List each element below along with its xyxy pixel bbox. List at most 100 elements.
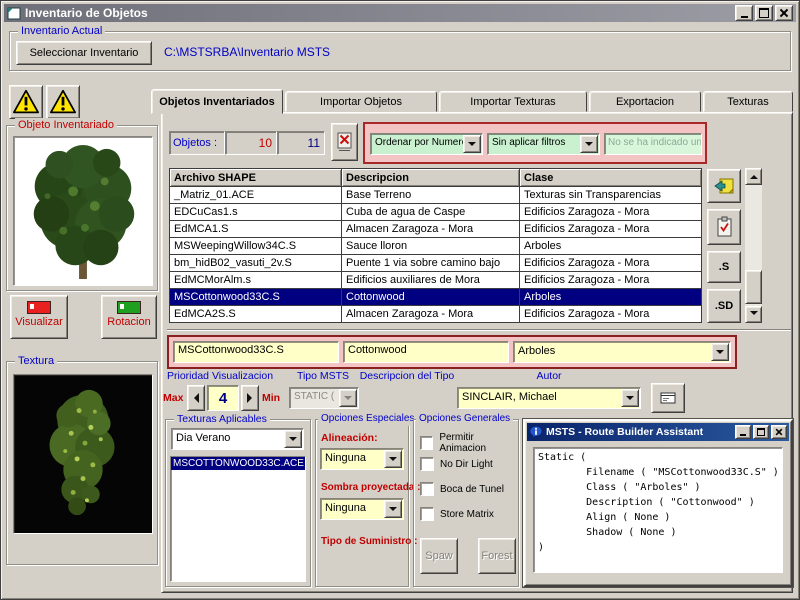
alineacion-value: Ninguna bbox=[325, 452, 385, 464]
tab-exportacion[interactable]: Exportacion bbox=[589, 91, 701, 112]
checkbox-box[interactable] bbox=[420, 436, 433, 450]
texture-preview-image bbox=[13, 374, 153, 534]
priority-increase-button[interactable] bbox=[241, 385, 259, 411]
tab-objetos-inventariados[interactable]: Objetos Inventariados bbox=[151, 89, 283, 114]
form-icon bbox=[7, 7, 21, 20]
chevron-down-icon bbox=[339, 389, 357, 407]
table-row[interactable]: EdMCA1.SAlmacen Zaragoza - MoraEdificios… bbox=[170, 221, 702, 238]
seleccionar-inventario-button[interactable]: Seleccionar Inventario bbox=[16, 41, 152, 65]
title-bar[interactable]: Inventario de Objetos bbox=[4, 4, 796, 22]
assistant-title-bar[interactable]: MSTS - Route Builder Assistant bbox=[527, 423, 789, 441]
count-total: 11 bbox=[308, 136, 320, 150]
record-fields-panel: MSCottonwood33C.S Cottonwood Arboles bbox=[167, 335, 737, 369]
objetos-counter-label-box: Objetos : bbox=[169, 131, 225, 155]
inventory-table: Archivo SHAPE Descripcion Clase _Matriz_… bbox=[169, 168, 702, 323]
priority-decrease-button[interactable] bbox=[187, 385, 205, 411]
checkbox-no-dir-light[interactable]: No Dir Light bbox=[420, 457, 493, 471]
tree-preview-image bbox=[14, 137, 152, 285]
filter-panel: Ordenar por Numero Sin aplicar filtros N… bbox=[363, 122, 707, 164]
assistant-window[interactable]: MSTS - Route Builder Assistant Static ( … bbox=[523, 419, 793, 587]
opciones-generales-label: Opciones Generales bbox=[416, 412, 513, 426]
record-descripcion-field[interactable]: Cottonwood bbox=[343, 341, 509, 363]
checkbox-permitir-animacion[interactable]: Permitir Animacion bbox=[420, 432, 518, 454]
alineacion-dropdown[interactable]: Ninguna bbox=[320, 448, 404, 470]
chevron-down-icon[interactable] bbox=[284, 430, 302, 448]
table-row[interactable]: MSWeepingWillow34C.SSauce lloronArboles bbox=[170, 238, 702, 255]
checkbox-store-matrix[interactable]: Store Matrix bbox=[420, 507, 494, 521]
maximize-icon[interactable] bbox=[755, 5, 773, 21]
scrollbar-thumb[interactable] bbox=[745, 270, 762, 304]
tipo-msts-dropdown[interactable]: STATIC ( bbox=[289, 387, 359, 409]
warning-button-1[interactable] bbox=[9, 85, 43, 119]
table-scrollbar[interactable] bbox=[745, 168, 762, 323]
export-sd-button[interactable]: .SD bbox=[707, 289, 741, 323]
scroll-up-icon[interactable] bbox=[745, 168, 762, 185]
priority-value: 4 bbox=[207, 385, 239, 411]
edit-note-button[interactable] bbox=[707, 169, 741, 203]
checklist-icon bbox=[716, 216, 733, 238]
opciones-especiales-label: Opciones Especiales bbox=[318, 412, 417, 426]
forest-button[interactable]: Forest bbox=[478, 538, 516, 574]
sort-dropdown[interactable]: Ordenar por Numero bbox=[370, 133, 483, 155]
filter-dropdown[interactable]: Sin aplicar filtros bbox=[487, 133, 600, 155]
list-item-selected[interactable]: MSCOTTONWOOD33C.ACE bbox=[171, 457, 305, 470]
autor-dropdown[interactable]: SINCLAIR, Michael bbox=[457, 387, 641, 409]
chevron-down-icon[interactable] bbox=[580, 135, 598, 153]
textures-list[interactable]: MSCOTTONWOOD33C.ACE bbox=[170, 456, 306, 582]
search-text-input[interactable]: No se ha indicado un text bbox=[604, 133, 702, 155]
record-shape-field[interactable]: MSCottonwood33C.S bbox=[173, 341, 339, 363]
rotacion-button[interactable]: Rotacion bbox=[101, 295, 157, 339]
close-icon[interactable] bbox=[771, 425, 787, 439]
table-row[interactable]: EDCuCas1.sCuba de agua de CaspeEdificios… bbox=[170, 204, 702, 221]
assistant-code: Static ( Filename ( "MSCottonwood33C.S" … bbox=[538, 450, 778, 555]
table-row[interactable]: EdMCMorAlm.sEdificios auxiliares de Mora… bbox=[170, 272, 702, 289]
warning-button-2[interactable] bbox=[46, 85, 80, 119]
table-row[interactable]: bm_hidB02_vasuti_2v.SPuente 1 via sobre … bbox=[170, 255, 702, 272]
app-window: Inventario de Objetos Inventario Actual … bbox=[0, 0, 800, 600]
checkbox-boca-de-tunel[interactable]: Boca de Tunel bbox=[420, 482, 504, 496]
sombra-dropdown[interactable]: Ninguna bbox=[320, 498, 404, 520]
suministro-label: Tipo de Suministro : bbox=[321, 536, 417, 547]
close-icon[interactable] bbox=[775, 5, 793, 21]
prioridad-label: Prioridad Visualizacion bbox=[167, 370, 273, 382]
descripcion-tipo-label: Descripcion del Tipo bbox=[353, 370, 461, 382]
chevron-down-icon[interactable] bbox=[463, 135, 481, 153]
header-clase[interactable]: Clase bbox=[520, 169, 702, 187]
chevron-down-icon[interactable] bbox=[621, 389, 639, 407]
checkbox-box[interactable] bbox=[420, 507, 434, 521]
maximize-icon[interactable] bbox=[753, 425, 769, 439]
chevron-down-icon[interactable] bbox=[384, 450, 402, 468]
chevron-down-icon[interactable] bbox=[711, 343, 729, 361]
checkbox-box[interactable] bbox=[420, 457, 434, 471]
objeto-inventariado-group: Objeto Inventariado bbox=[6, 125, 158, 291]
export-s-button[interactable]: .S bbox=[707, 251, 741, 283]
header-archivo-shape[interactable]: Archivo SHAPE bbox=[170, 169, 342, 187]
tab-importar-texturas[interactable]: Importar Texturas bbox=[439, 91, 587, 112]
window-title: Inventario de Objetos bbox=[25, 6, 148, 20]
assistant-code-area[interactable]: Static ( Filename ( "MSCottonwood33C.S" … bbox=[533, 447, 783, 573]
table-row[interactable]: EdMCA2S.SAlmacen Zaragoza - MoraEdificio… bbox=[170, 306, 702, 323]
header-descripcion[interactable]: Descripcion bbox=[342, 169, 520, 187]
table-row-selected[interactable]: MSCottonwood33C.SCottonwoodArboles bbox=[170, 289, 702, 306]
scroll-down-icon[interactable] bbox=[745, 306, 762, 323]
chevron-down-icon[interactable] bbox=[384, 500, 402, 518]
visualizar-button[interactable]: Visualizar bbox=[10, 295, 68, 339]
spaw-button[interactable]: Spaw bbox=[420, 538, 458, 574]
checkbox-box[interactable] bbox=[420, 482, 434, 496]
tab-importar-objetos[interactable]: Importar Objetos bbox=[285, 91, 437, 112]
minimize-icon[interactable] bbox=[735, 5, 753, 21]
season-dropdown[interactable]: Dia Verano bbox=[171, 428, 304, 450]
tab-texturas[interactable]: Texturas bbox=[703, 91, 793, 112]
record-clase-dropdown[interactable]: Arboles bbox=[513, 341, 731, 363]
separator bbox=[167, 329, 791, 331]
min-label: Min bbox=[262, 392, 280, 404]
checklist-button[interactable] bbox=[707, 209, 741, 245]
max-label: Max bbox=[163, 392, 183, 404]
objetos-count-selected-box: 10 bbox=[225, 131, 277, 155]
textura-label: Textura bbox=[15, 354, 57, 368]
table-row[interactable]: _Matriz_01.ACEBase TerrenoTexturas sin T… bbox=[170, 187, 702, 204]
minimize-icon[interactable] bbox=[735, 425, 751, 439]
autor-value: SINCLAIR, Michael bbox=[462, 391, 622, 403]
properties-button[interactable] bbox=[651, 383, 685, 413]
delete-object-button[interactable] bbox=[331, 123, 358, 161]
